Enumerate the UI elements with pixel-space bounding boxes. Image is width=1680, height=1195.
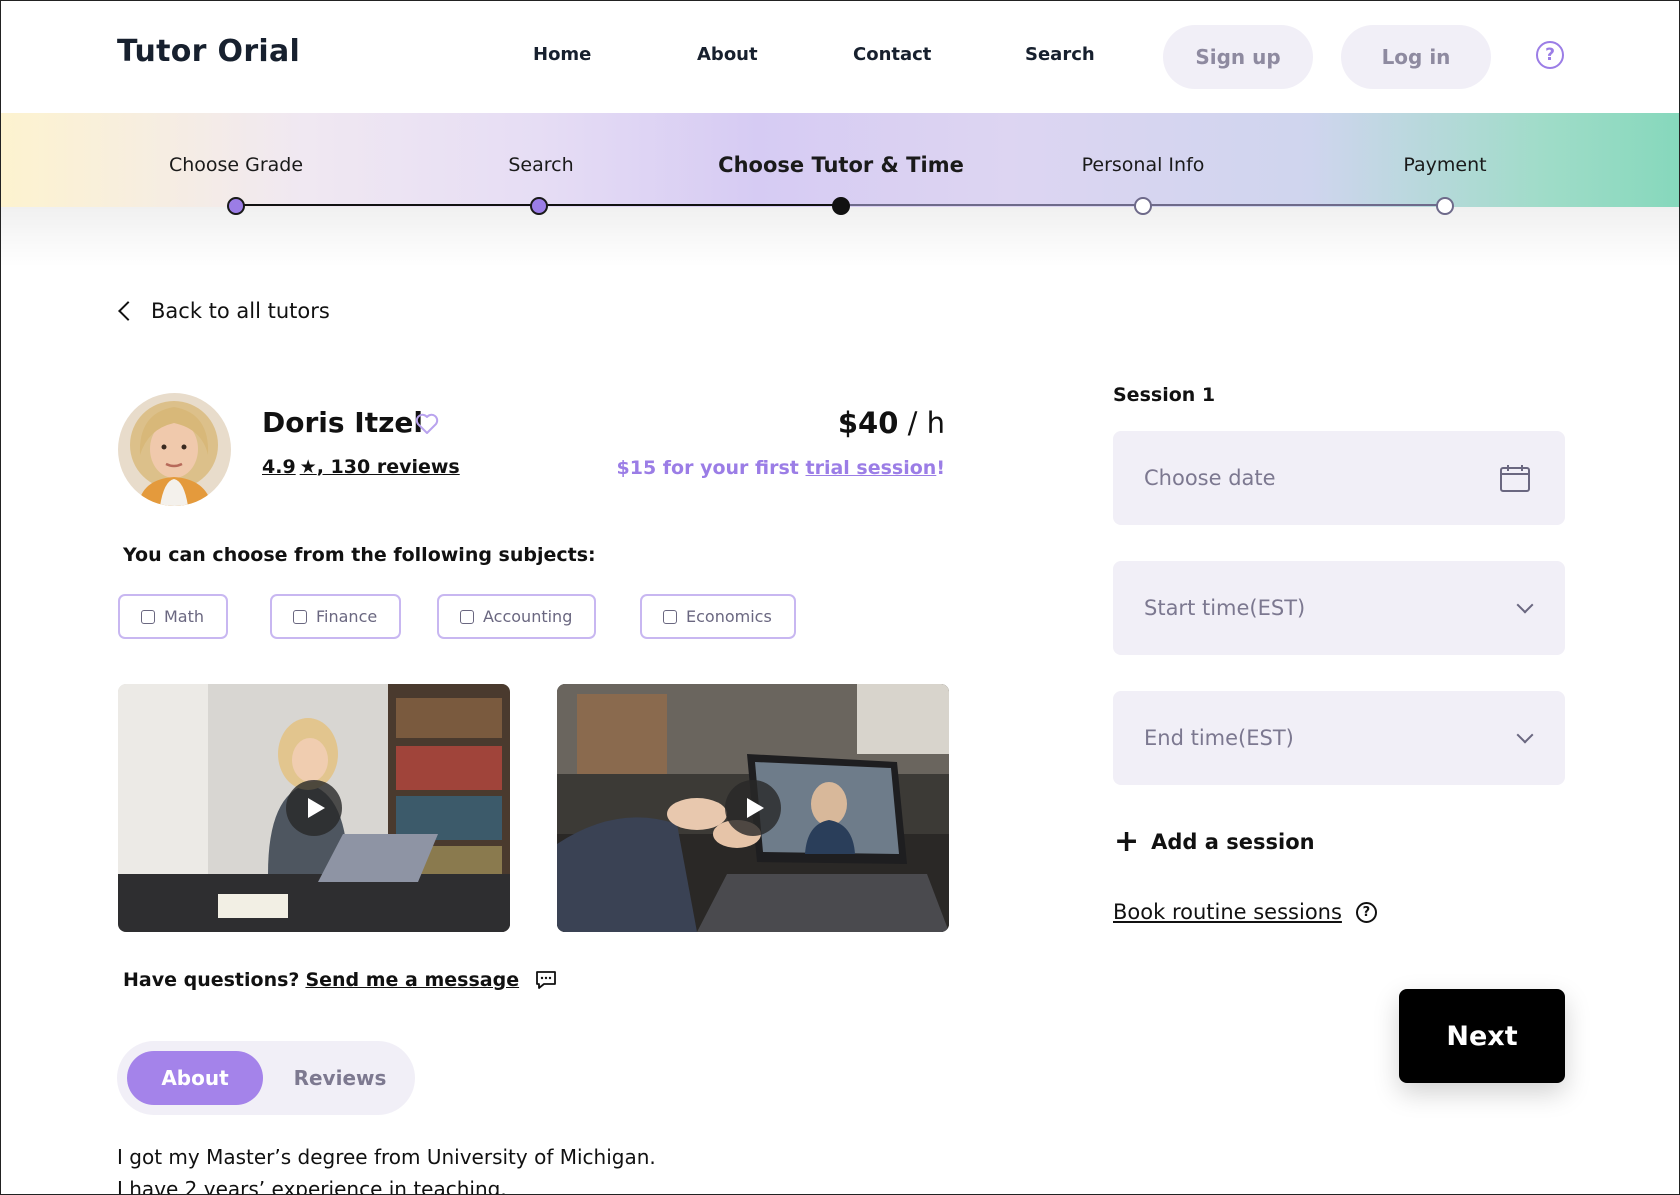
chevron-left-icon — [118, 301, 138, 321]
nav-home[interactable]: Home — [533, 44, 591, 65]
page: Tutor Orial Home About Contact Search Si… — [0, 0, 1680, 1195]
calendar-icon[interactable] — [1499, 463, 1531, 493]
back-to-tutors-link[interactable]: Back to all tutors — [115, 299, 330, 323]
checkbox-icon — [663, 609, 677, 624]
step-dot-done[interactable] — [227, 197, 245, 215]
add-session-button[interactable]: + Add a session — [1114, 824, 1315, 859]
questions-row: Have questions? Send me a message — [123, 969, 557, 991]
trial-session-link[interactable]: trial session — [806, 457, 937, 479]
step-dot-done[interactable] — [530, 197, 548, 215]
end-time-select[interactable]: End time(EST) — [1113, 691, 1565, 785]
step-label-search[interactable]: Search — [508, 154, 573, 176]
start-time-placeholder: Start time(EST) — [1144, 596, 1306, 620]
favorite-heart-icon[interactable] — [415, 413, 439, 439]
price-amount: $40 — [837, 406, 899, 440]
help-icon[interactable]: ? — [1536, 41, 1564, 69]
about-line: I have 2 years’ experience in teaching. — [117, 1177, 507, 1195]
help-circle-icon[interactable]: ? — [1355, 901, 1377, 923]
trial-offer: $15 for your first trial session! — [617, 457, 946, 479]
subject-label: Finance — [316, 607, 378, 626]
subject-chip-accounting[interactable]: Accounting — [437, 594, 597, 639]
tutor-video-thumbnail[interactable] — [557, 684, 949, 932]
subject-chip-math[interactable]: Math — [118, 594, 229, 639]
play-icon[interactable] — [725, 780, 781, 836]
step-label-payment: Payment — [1403, 154, 1487, 176]
subject-label: Economics — [686, 607, 772, 626]
nav-about[interactable]: About — [697, 44, 758, 65]
review-count: , 130 reviews — [316, 456, 460, 478]
date-placeholder: Choose date — [1144, 466, 1276, 490]
subject-label: Math — [164, 607, 205, 626]
next-button[interactable]: Next — [1399, 989, 1565, 1083]
checkbox-icon — [293, 609, 307, 624]
rating-value: 4.9 — [262, 456, 296, 478]
chevron-down-icon — [1516, 726, 1534, 744]
questions-prefix: Have questions? — [123, 969, 300, 991]
session-title: Session 1 — [1113, 384, 1216, 406]
star-icon: ★ — [299, 456, 317, 478]
step-label-choose-tutor-time: Choose Tutor & Time — [718, 153, 964, 177]
step-dot-todo — [1436, 197, 1454, 215]
signup-button[interactable]: Sign up — [1163, 25, 1313, 89]
checkbox-icon — [141, 609, 155, 624]
about-line: I got my Master’s degree from University… — [117, 1145, 656, 1169]
tutor-rating-link[interactable]: 4.9 ★ , 130 reviews — [262, 456, 460, 478]
play-icon[interactable] — [286, 780, 342, 836]
plus-icon: + — [1114, 824, 1140, 859]
tab-about[interactable]: About — [127, 1051, 263, 1105]
trial-suffix: ! — [936, 457, 945, 479]
send-message-link[interactable]: Send me a message — [305, 969, 519, 991]
step-dot-todo — [1134, 197, 1152, 215]
step-dot-current — [832, 197, 850, 215]
chat-bubble-icon[interactable] — [535, 970, 557, 990]
tutor-video-thumbnail[interactable] — [118, 684, 510, 932]
subject-label: Accounting — [483, 607, 573, 626]
trial-prefix: $15 for your first — [616, 457, 806, 479]
profile-tabs: About Reviews — [117, 1041, 415, 1115]
tutor-name: Doris Itzel — [262, 406, 423, 439]
chevron-down-icon — [1516, 596, 1534, 614]
tutor-price: $40 / h — [838, 406, 945, 440]
checkbox-icon — [460, 609, 474, 624]
nav-search[interactable]: Search — [1025, 44, 1095, 65]
book-routine-row: Book routine sessions ? — [1113, 900, 1377, 924]
step-label-choose-grade[interactable]: Choose Grade — [169, 154, 303, 176]
login-button[interactable]: Log in — [1341, 25, 1491, 89]
subject-chip-finance[interactable]: Finance — [270, 594, 402, 639]
subject-chip-economics[interactable]: Economics — [640, 594, 796, 639]
start-time-select[interactable]: Start time(EST) — [1113, 561, 1565, 655]
price-unit: / h — [898, 406, 945, 440]
back-label: Back to all tutors — [151, 299, 330, 323]
about-text: I got my Master’s degree from University… — [117, 1141, 656, 1195]
stepper-shadow — [1, 207, 1679, 267]
step-label-personal-info: Personal Info — [1081, 154, 1205, 176]
add-session-label: Add a session — [1151, 830, 1315, 854]
site-logo[interactable]: Tutor Orial — [117, 34, 300, 69]
tab-reviews[interactable]: Reviews — [275, 1051, 405, 1105]
subjects-title: You can choose from the following subjec… — [123, 544, 596, 566]
end-time-placeholder: End time(EST) — [1144, 726, 1294, 750]
book-routine-link[interactable]: Book routine sessions — [1113, 900, 1342, 924]
date-picker-field[interactable]: Choose date — [1113, 431, 1565, 525]
tutor-avatar — [118, 393, 231, 506]
nav-contact[interactable]: Contact — [853, 44, 931, 65]
